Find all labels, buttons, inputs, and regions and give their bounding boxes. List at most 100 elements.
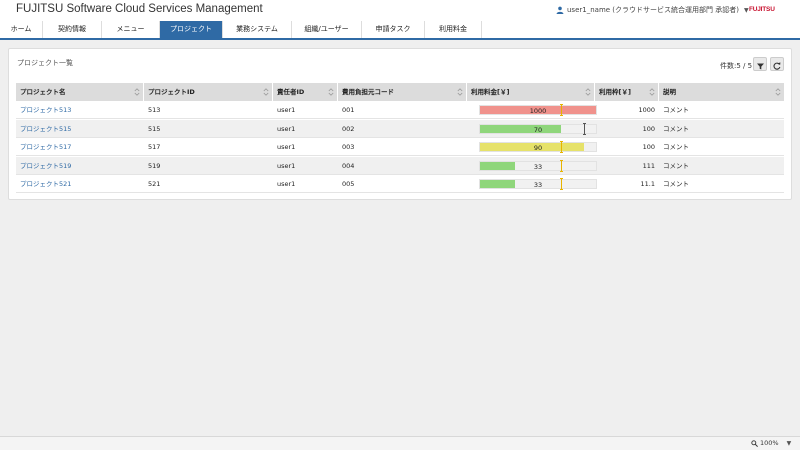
cell-owner-id: user1 [277, 161, 296, 170]
cell-cost-code: 002 [342, 124, 355, 133]
nav-item-project[interactable]: プロジェクト [160, 21, 223, 38]
user-menu[interactable]: user1_name (クラウドサービス統合運用部門 承認者) ▼ [556, 5, 749, 15]
nav-item-request-task[interactable]: 申請タスク [362, 21, 425, 38]
usage-value: 1000 [529, 107, 547, 115]
cell-description: コメント [663, 180, 689, 188]
cell-cost-code: 001 [342, 106, 355, 114]
table-row[interactable]: プロジェクト521 521 user1 005 33 11.1 コメント [16, 175, 784, 193]
cell-project-id: 513 [148, 106, 161, 114]
cell-cost-code: 004 [342, 161, 355, 170]
cell-owner-id: user1 [277, 106, 296, 114]
table-row[interactable]: プロジェクト519 519 user1 004 33 111 コメント [16, 156, 784, 175]
header-label: 利用枠[￥] [599, 88, 631, 96]
sort-icon[interactable] [775, 87, 781, 97]
table-row[interactable]: プロジェクト515 515 user1 002 70 100 コメント [16, 119, 784, 138]
cell-description: コメント [663, 106, 689, 114]
refresh-icon [773, 55, 781, 74]
usage-value: 70 [533, 125, 543, 134]
refresh-button[interactable] [770, 57, 784, 71]
header-usage[interactable]: 利用料金[￥] [467, 83, 595, 101]
cell-project-id: 521 [148, 180, 161, 188]
usage-value: 33 [533, 181, 543, 189]
cell-owner-id: user1 [277, 124, 296, 133]
header-owner-id[interactable]: 責任者ID [273, 83, 338, 101]
usage-value: 90 [533, 144, 543, 152]
zoom-icon [751, 439, 758, 447]
cell-limit: 100 [642, 124, 655, 133]
cell-project-id: 515 [148, 124, 161, 133]
usage-bar: 90 [479, 141, 597, 153]
fujitsu-logo: FUJITSU [749, 6, 775, 13]
app-header: FUJITSU Software Cloud Services Manageme… [0, 0, 800, 21]
cell-owner-id: user1 [277, 143, 296, 151]
header-label: 説明 [663, 88, 676, 96]
nav-item-home[interactable]: ホーム [0, 21, 43, 38]
nav-item-contract[interactable]: 契約情報 [43, 21, 102, 38]
cell-description: コメント [663, 161, 689, 170]
cell-usage: 33 [467, 157, 597, 175]
header-project-name[interactable]: プロジェクト名 [16, 83, 144, 101]
cell-project-id: 519 [148, 161, 161, 170]
cell-description: コメント [663, 124, 689, 133]
filter-icon [756, 55, 764, 74]
cell-limit: 100 [642, 143, 655, 151]
cell-project-name[interactable]: プロジェクト519 [16, 157, 144, 175]
cell-usage: 33 [467, 175, 597, 193]
usage-value: 33 [533, 162, 543, 171]
user-name: user1_name (クラウドサービス統合運用部門 承認者) [567, 6, 739, 14]
usage-bar: 1000 [479, 104, 597, 116]
nav-item-org-user[interactable]: 組織/ユーザー [292, 21, 362, 38]
panel-title: プロジェクト一覧 [17, 59, 73, 67]
cell-project-name[interactable]: プロジェクト521 [16, 175, 144, 193]
cell-limit: 1000 [638, 106, 655, 114]
cell-project-name[interactable]: プロジェクト515 [16, 120, 144, 138]
project-list-panel: プロジェクト一覧 件数:5 / 5 プロジェクト名 プロジェクトID 責任者ID… [8, 48, 792, 200]
cell-cost-code: 005 [342, 180, 355, 188]
nav-item-menu[interactable]: メニュー [102, 21, 160, 38]
status-bar: 100% ▼ [0, 436, 800, 450]
usage-bar: 33 [479, 178, 597, 190]
cell-usage: 1000 [467, 101, 597, 119]
table-header: プロジェクト名 プロジェクトID 責任者ID 費用負担元コード 利用料金[￥] … [16, 83, 784, 101]
sort-icon[interactable] [649, 87, 655, 97]
header-description[interactable]: 説明 [659, 83, 784, 101]
header-label: 利用料金[￥] [471, 88, 510, 96]
header-label: プロジェクトID [148, 88, 195, 96]
zoom-level: 100% [760, 439, 779, 447]
header-label: プロジェクト名 [20, 88, 66, 96]
cell-limit: 11.1 [640, 180, 655, 188]
filter-button[interactable] [753, 57, 767, 71]
cell-usage: 90 [467, 138, 597, 156]
record-count: 件数:5 / 5 [720, 62, 753, 70]
app-title: FUJITSU Software Cloud Services Manageme… [16, 3, 263, 15]
cell-project-id: 517 [148, 143, 161, 151]
main-nav: ホーム 契約情報 メニュー プロジェクト 業務システム 組織/ユーザー 申請タス… [0, 21, 800, 40]
caret-down-icon: ▼ [744, 6, 749, 14]
table-row[interactable]: プロジェクト513 513 user1 001 1000 1000 コメント [16, 101, 784, 119]
zoom-control[interactable]: 100% ▼ [751, 439, 791, 447]
usage-bar: 70 [479, 122, 597, 135]
user-icon [556, 6, 564, 14]
header-limit[interactable]: 利用枠[￥] [595, 83, 659, 101]
header-project-id[interactable]: プロジェクトID [144, 83, 273, 101]
nav-item-usage-fee[interactable]: 利用料金 [425, 21, 482, 38]
sort-icon[interactable] [457, 87, 463, 97]
cell-limit: 111 [642, 161, 655, 170]
cell-cost-code: 003 [342, 143, 355, 151]
chevron-down-icon: ▼ [786, 439, 792, 447]
cell-usage: 70 [467, 120, 597, 138]
sort-icon[interactable] [263, 87, 269, 97]
table-row[interactable]: プロジェクト517 517 user1 003 90 100 コメント [16, 138, 784, 156]
sort-icon[interactable] [134, 87, 140, 97]
cell-project-name[interactable]: プロジェクト517 [16, 138, 144, 156]
cell-owner-id: user1 [277, 180, 296, 188]
nav-item-business-system[interactable]: 業務システム [223, 21, 292, 38]
sort-icon[interactable] [328, 87, 334, 97]
cell-project-name[interactable]: プロジェクト513 [16, 101, 144, 119]
header-cost-code[interactable]: 費用負担元コード [338, 83, 467, 101]
usage-bar: 33 [479, 159, 597, 172]
sort-icon[interactable] [585, 87, 591, 97]
header-label: 責任者ID [277, 88, 305, 96]
cell-description: コメント [663, 143, 689, 151]
header-label: 費用負担元コード [342, 88, 394, 96]
